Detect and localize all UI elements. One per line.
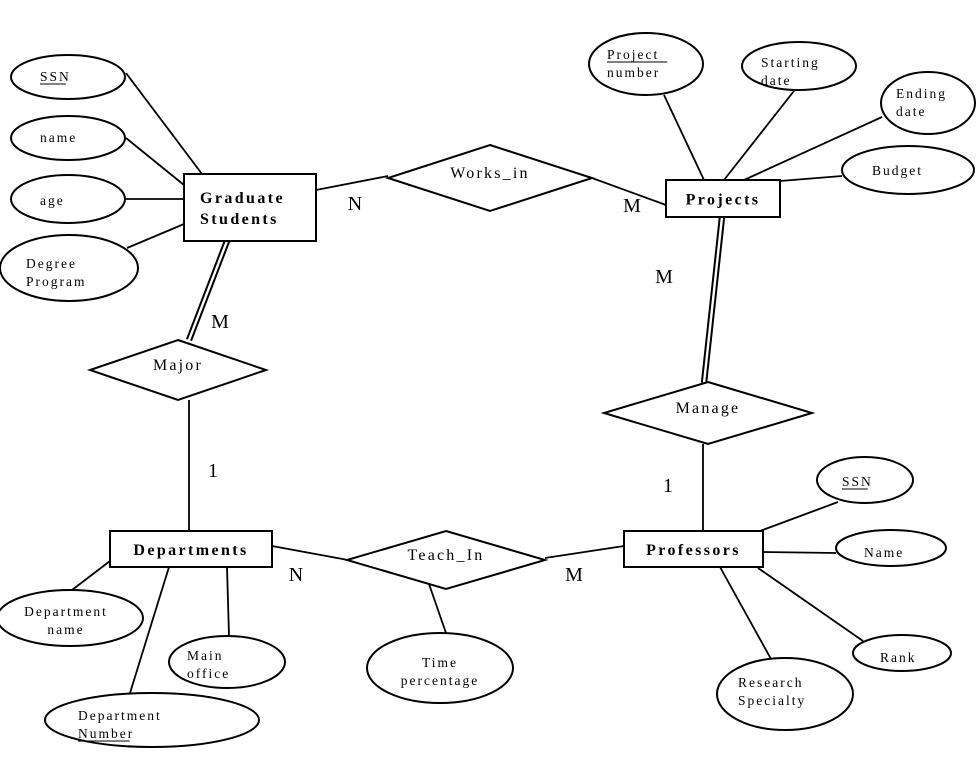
attribute-label: Degree (26, 256, 77, 271)
attribute-prof_research[interactable]: Research Specialty (716, 657, 854, 731)
entity-label: Projects (686, 192, 761, 209)
relationship-label: Major (153, 357, 203, 374)
attribute-label: Budget (872, 163, 923, 178)
attribute-line-prof_name (762, 551, 837, 554)
total-participation-line-manage-projects (705, 217, 726, 384)
attribute-proj_end[interactable]: Ending date (880, 71, 976, 135)
attribute-label: Program (26, 274, 87, 289)
attribute-label: Number (78, 726, 134, 741)
attribute-label: name (47, 622, 84, 637)
attribute-ellipse[interactable] (880, 71, 976, 135)
attribute-proj_budget[interactable]: Budget (841, 145, 975, 195)
attribute-prof_ssn[interactable]: SSN (816, 456, 914, 504)
total-participation-line-manage-projects (700, 216, 721, 383)
attribute-prof_rank[interactable]: Rank (852, 634, 952, 672)
attribute-proj_start[interactable]: Starting date (741, 41, 857, 91)
cardinality-manage_prof: 1 (663, 475, 673, 497)
entity-grad[interactable]: Graduate Students (183, 173, 317, 242)
attribute-grad_age[interactable]: age (10, 174, 126, 224)
attribute-teach_time[interactable]: Time percentage (366, 632, 514, 704)
attribute-grad_ssn[interactable]: SSN (10, 54, 126, 100)
attribute-proj_number[interactable]: Project number (588, 32, 704, 96)
relationship-label: Teach_In (408, 547, 485, 564)
relationship-line-works_in-grad (315, 175, 389, 191)
attribute-line-prof_ssn (759, 501, 839, 532)
relationship-label: Manage (676, 400, 741, 417)
attribute-label: Research (738, 675, 803, 690)
attribute-line-proj_number (663, 94, 705, 181)
attribute-dept_number[interactable]: Department Number (44, 692, 260, 748)
entity-label: Graduate (200, 190, 285, 207)
cardinality-works_in_proj: M (623, 195, 641, 217)
relationship-manage[interactable]: Manage (600, 380, 816, 446)
attribute-line-proj_start (723, 81, 802, 181)
attribute-label: SSN (40, 69, 71, 84)
entity-departments[interactable]: Departments (109, 530, 273, 568)
attribute-dept_name[interactable]: Department name (0, 589, 144, 647)
attribute-label: Ending (896, 86, 947, 101)
attribute-label: Time (422, 655, 458, 670)
entity-label: Professors (646, 542, 741, 559)
attribute-line-grad_degree (126, 223, 185, 249)
relationship-works_in[interactable]: Works_in (384, 143, 596, 213)
attribute-label: SSN (842, 474, 873, 489)
attribute-prof_name[interactable]: Name (835, 529, 947, 567)
attribute-label: Starting (761, 55, 820, 70)
relationship-line-teach_in-professors (544, 545, 625, 559)
cardinality-major_grad: M (211, 311, 229, 333)
attribute-label: number (607, 65, 660, 80)
attribute-label: Specialty (738, 693, 806, 708)
attribute-label: Name (864, 545, 904, 560)
relationship-line-teach_in-departments (271, 545, 349, 561)
attribute-label: name (40, 130, 77, 145)
cardinality-manage_proj: M (655, 266, 673, 288)
attribute-grad_name[interactable]: name (10, 115, 126, 161)
cardinality-teach_prof: M (565, 564, 583, 586)
attribute-label: age (40, 193, 65, 208)
entity-projects[interactable]: Projects (665, 179, 781, 218)
relationship-teach_in[interactable]: Teach_In (343, 529, 549, 591)
attribute-line-dept_name (71, 560, 111, 591)
attribute-label: Department (78, 708, 162, 723)
cardinality-major_dept: 1 (208, 460, 218, 482)
key-attribute-ellipse[interactable] (588, 32, 704, 96)
entity-label: Departments (133, 542, 248, 559)
attribute-label: Main (187, 648, 224, 663)
entity-label: Students (200, 211, 279, 228)
attribute-line-prof_rank (757, 567, 864, 642)
attribute-ellipse[interactable] (10, 174, 126, 224)
attribute-label: office (187, 666, 230, 681)
attribute-line-grad_ssn (125, 72, 203, 175)
relationship-label: Works_in (450, 165, 529, 182)
relationship-major[interactable]: Major (86, 338, 270, 402)
attribute-line-prof_research (719, 566, 772, 660)
entity-professors[interactable]: Professors (623, 530, 764, 568)
attribute-line-proj_budget (779, 175, 843, 182)
attribute-grad_degree[interactable]: Degree Program (0, 234, 139, 302)
entity-box[interactable] (183, 173, 317, 242)
cardinality-teach_dept: N (289, 564, 303, 586)
attribute-line-teach_time (428, 583, 447, 634)
attribute-line-grad_name (125, 137, 185, 186)
attribute-label: Rank (880, 650, 917, 665)
attribute-label: Department (24, 604, 108, 619)
attribute-label: percentage (401, 673, 479, 688)
cardinality-works_in_grad: N (348, 193, 362, 215)
attribute-line-dept_office (226, 566, 230, 637)
attribute-label: date (896, 104, 927, 119)
attribute-label: date (761, 73, 792, 88)
attribute-label: Project (607, 47, 659, 62)
er-diagram: Graduate Students Projects Departments Profe… (0, 32, 976, 748)
cardinality-labels: N M M 1 M 1 N M (208, 193, 673, 586)
attribute-dept_office[interactable]: Main office (168, 635, 286, 689)
